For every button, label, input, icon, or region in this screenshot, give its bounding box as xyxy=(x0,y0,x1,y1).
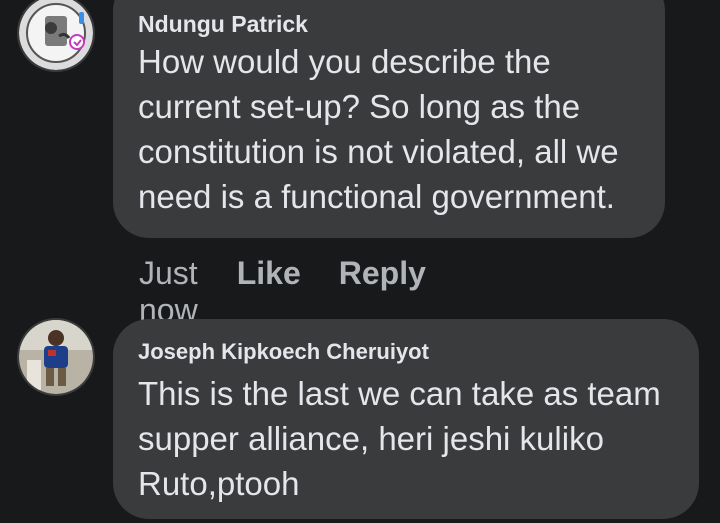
comment-text-line: supper alliance, heri jeshi kuliko xyxy=(138,420,604,457)
reply-button[interactable]: Reply xyxy=(339,255,426,292)
comment-text-line: This is the last we can take as team xyxy=(138,375,661,412)
comment-timestamp: Just now xyxy=(139,255,198,328)
comment-author[interactable]: Ndungu Patrick xyxy=(138,11,308,38)
like-button[interactable]: Like xyxy=(237,255,301,292)
user-photo-icon xyxy=(19,320,93,394)
comment-text-line: current set-up? So long as the xyxy=(138,88,581,125)
comment-author[interactable]: Joseph Kipkoech Cheruiyot xyxy=(138,339,429,365)
comment-bubble: Joseph Kipkoech Cheruiyot This is the la… xyxy=(113,319,699,519)
comment-text-line: How would you describe the xyxy=(138,43,551,80)
comment-text-line: Ruto,ptooh xyxy=(138,465,300,502)
avatar[interactable] xyxy=(17,318,95,396)
comment-bubble: Ndungu Patrick How would you describe th… xyxy=(113,0,665,238)
comment-text-line: constitution is not violated, all we xyxy=(138,133,619,170)
comment-actions: Just now Like Reply xyxy=(139,255,426,329)
covid-vaccine-badge-icon xyxy=(19,0,93,70)
avatar[interactable] xyxy=(17,0,95,72)
comment-text-line: need is a functional government. xyxy=(138,178,615,215)
